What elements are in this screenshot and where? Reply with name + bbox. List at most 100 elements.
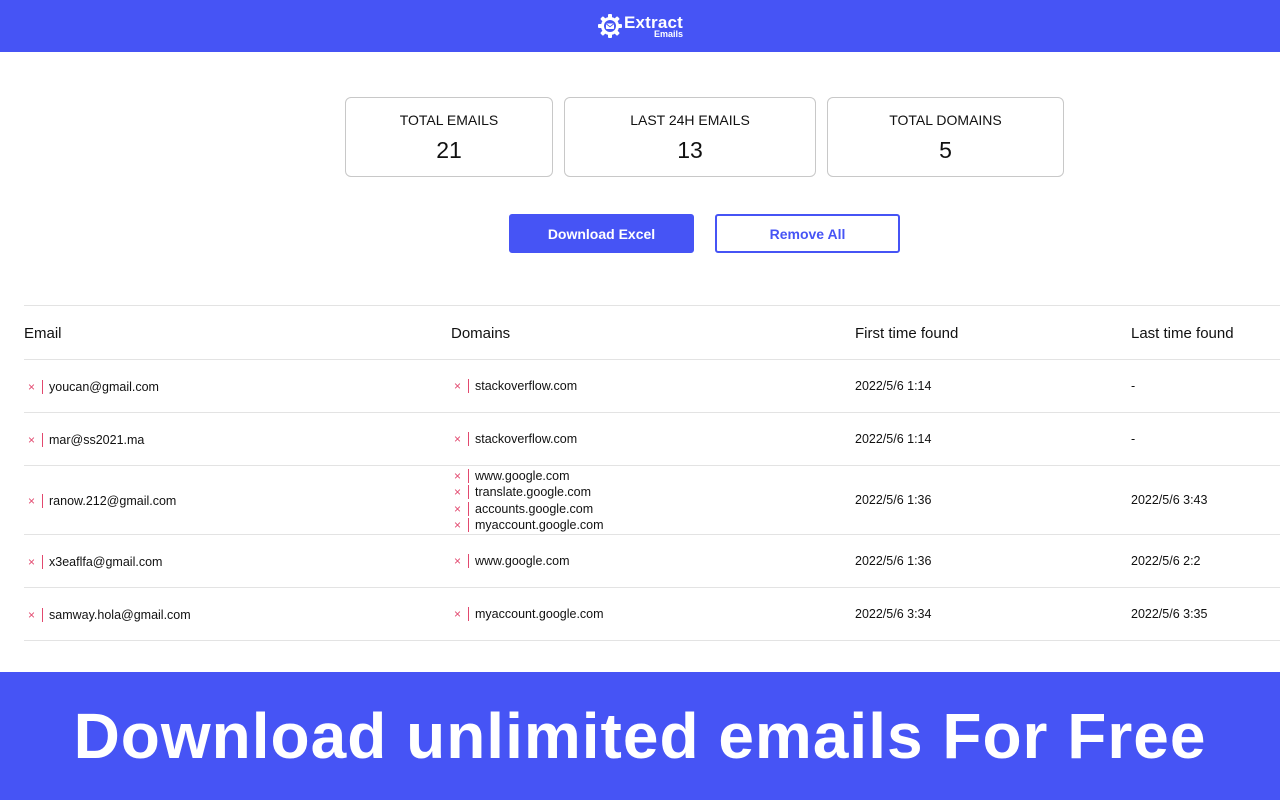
domain-tag: × myaccount.google.com bbox=[453, 517, 604, 533]
first-found-cell: 2022/5/6 1:14 bbox=[855, 378, 932, 393]
divider bbox=[468, 485, 469, 500]
stat-value: 21 bbox=[436, 137, 462, 163]
domain-tag: × www.google.com bbox=[453, 468, 604, 484]
table-row: × mar@ss2021.ma × stackoverflow.com 2022/5/6… bbox=[24, 413, 1280, 466]
table-row: × ranow.212@gmail.com × www.google.com × tran… bbox=[24, 466, 1280, 535]
domain-text: stackoverflow.com bbox=[475, 379, 578, 394]
email-tag: × samway.hola@gmail.com bbox=[27, 607, 191, 623]
email-tag: × mar@ss2021.ma bbox=[27, 432, 144, 448]
divider bbox=[468, 607, 469, 622]
banner-text: Download unlimited emails For Free bbox=[73, 700, 1207, 772]
divider bbox=[42, 432, 43, 447]
promo-banner: Download unlimited emails For Free bbox=[0, 672, 1280, 800]
stat-label: TOTAL DOMAINS bbox=[889, 112, 1002, 128]
remove-icon[interactable]: × bbox=[453, 519, 462, 531]
domain-tag: × accounts.google.com bbox=[453, 500, 604, 516]
domain-tag: × myaccount.google.com bbox=[453, 606, 604, 622]
domains-cell: × www.google.com × translate.google.com × acc… bbox=[453, 468, 604, 534]
divider bbox=[42, 607, 43, 622]
remove-icon[interactable]: × bbox=[453, 380, 462, 392]
domain-text: translate.google.com bbox=[475, 485, 592, 500]
divider bbox=[468, 379, 469, 394]
domain-text: myaccount.google.com bbox=[475, 607, 604, 622]
logo: Extract Emails bbox=[597, 13, 683, 39]
gear-email-icon bbox=[597, 14, 622, 38]
domain-text: www.google.com bbox=[475, 468, 570, 483]
email-tag: × ranow.212@gmail.com bbox=[27, 493, 176, 509]
email-text: youcan@gmail.com bbox=[49, 379, 159, 394]
stat-label: LAST 24H EMAILS bbox=[630, 112, 750, 128]
table-row: × samway.hola@gmail.com × myaccount.google.… bbox=[24, 588, 1280, 641]
domain-text: stackoverflow.com bbox=[475, 432, 578, 447]
last-found-cell: 2022/5/6 3:43 bbox=[1131, 492, 1208, 507]
email-tag: × x3eaflfa@gmail.com bbox=[27, 554, 162, 570]
header-bar: Extract Emails bbox=[0, 0, 1280, 52]
email-cell: × samway.hola@gmail.com bbox=[27, 607, 191, 623]
table-row: × youcan@gmail.com × stackoverflow.com 2022/… bbox=[24, 360, 1280, 413]
email-cell: × mar@ss2021.ma bbox=[27, 432, 144, 448]
logo-subtitle: Emails bbox=[653, 28, 684, 39]
email-cell: × youcan@gmail.com bbox=[27, 379, 159, 395]
stat-card-total-domains: TOTAL DOMAINS 5 bbox=[827, 97, 1064, 177]
email-text: samway.hola@gmail.com bbox=[49, 607, 191, 622]
emails-table: Email Domains First time found Last time… bbox=[24, 305, 1280, 641]
divider bbox=[468, 501, 469, 516]
stat-label: TOTAL EMAILS bbox=[399, 112, 499, 128]
table-row: × x3eaflfa@gmail.com × www.google.com 2022/5… bbox=[24, 535, 1280, 588]
divider bbox=[42, 554, 43, 569]
remove-icon[interactable]: × bbox=[27, 556, 36, 568]
remove-all-button[interactable]: Remove All bbox=[715, 214, 900, 253]
first-found-cell: 2022/5/6 1:14 bbox=[855, 431, 932, 446]
column-header-last-found: Last time found bbox=[1131, 325, 1234, 342]
divider bbox=[468, 432, 469, 447]
stat-card-last-24h-emails: LAST 24H EMAILS 13 bbox=[564, 97, 816, 177]
divider bbox=[468, 554, 469, 569]
email-cell: × ranow.212@gmail.com bbox=[27, 493, 176, 509]
last-found-cell: - bbox=[1131, 431, 1136, 446]
last-found-cell: 2022/5/6 2:2 bbox=[1131, 553, 1201, 568]
last-found-cell: - bbox=[1131, 378, 1136, 393]
domain-tag: × stackoverflow.com bbox=[453, 378, 577, 394]
column-header-email: Email bbox=[24, 325, 62, 342]
domain-text: accounts.google.com bbox=[475, 501, 594, 516]
table-body: × youcan@gmail.com × stackoverflow.com 2022/… bbox=[24, 360, 1280, 641]
domains-cell: × stackoverflow.com bbox=[453, 378, 577, 394]
first-found-cell: 2022/5/6 1:36 bbox=[855, 553, 932, 568]
email-text: mar@ss2021.ma bbox=[49, 432, 145, 447]
divider bbox=[42, 379, 43, 394]
first-found-cell: 2022/5/6 1:36 bbox=[855, 492, 932, 507]
domain-tag: × www.google.com bbox=[453, 553, 570, 569]
domains-cell: × stackoverflow.com bbox=[453, 431, 577, 447]
domain-text: www.google.com bbox=[475, 554, 570, 569]
domains-cell: × myaccount.google.com bbox=[453, 606, 604, 622]
email-text: ranow.212@gmail.com bbox=[49, 493, 177, 508]
remove-icon[interactable]: × bbox=[453, 470, 462, 482]
email-text: x3eaflfa@gmail.com bbox=[49, 554, 163, 569]
stat-card-total-emails: TOTAL EMAILS 21 bbox=[345, 97, 553, 177]
stat-value: 5 bbox=[939, 137, 952, 163]
remove-icon[interactable]: × bbox=[453, 555, 462, 567]
remove-icon[interactable]: × bbox=[27, 609, 36, 621]
divider bbox=[468, 518, 469, 533]
divider bbox=[42, 493, 43, 508]
remove-icon[interactable]: × bbox=[453, 433, 462, 445]
remove-icon[interactable]: × bbox=[27, 434, 36, 446]
table-header: Email Domains First time found Last time… bbox=[24, 306, 1280, 360]
email-cell: × x3eaflfa@gmail.com bbox=[27, 554, 162, 570]
remove-icon[interactable]: × bbox=[453, 503, 462, 515]
remove-icon[interactable]: × bbox=[453, 608, 462, 620]
remove-icon[interactable]: × bbox=[27, 381, 36, 393]
column-header-domains: Domains bbox=[451, 325, 511, 342]
download-excel-button[interactable]: Download Excel bbox=[509, 214, 694, 253]
domains-cell: × www.google.com bbox=[453, 553, 570, 569]
divider bbox=[468, 468, 469, 483]
remove-icon[interactable]: × bbox=[27, 495, 36, 507]
logo-title: Extract bbox=[623, 12, 684, 32]
remove-icon[interactable]: × bbox=[453, 486, 462, 498]
column-header-first-found: First time found bbox=[855, 325, 959, 342]
last-found-cell: 2022/5/6 3:35 bbox=[1131, 606, 1208, 621]
first-found-cell: 2022/5/6 3:34 bbox=[855, 606, 932, 621]
domain-tag: × stackoverflow.com bbox=[453, 431, 577, 447]
email-tag: × youcan@gmail.com bbox=[27, 379, 159, 395]
stat-value: 13 bbox=[677, 137, 703, 163]
